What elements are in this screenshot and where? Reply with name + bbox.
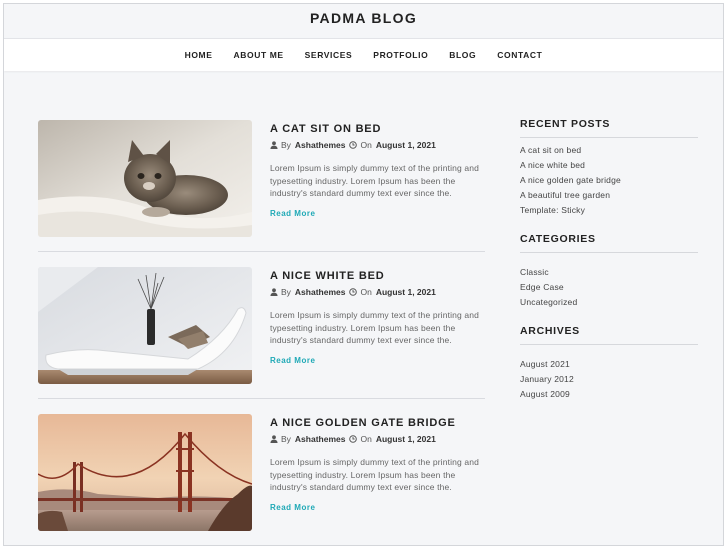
post-thumbnail-golden-gate[interactable]: [38, 414, 252, 531]
post-date: August 1, 2021: [375, 434, 436, 444]
nav-home[interactable]: HOME: [185, 50, 213, 60]
recent-post-link[interactable]: A beautiful tree garden: [520, 188, 698, 203]
user-icon: [270, 435, 278, 443]
nav-about-me[interactable]: ABOUT ME: [234, 50, 284, 60]
post-divider: [38, 251, 485, 252]
nav-services[interactable]: SERVICES: [305, 50, 353, 60]
recent-posts-widget: RECENT POSTS A cat sit on bed A nice whi…: [520, 118, 698, 218]
user-icon: [270, 288, 278, 296]
nav-blog[interactable]: BLOG: [449, 50, 476, 60]
recent-post-link[interactable]: A nice white bed: [520, 158, 698, 173]
site-title[interactable]: PADMA BLOG: [4, 10, 723, 26]
recent-posts-list: A cat sit on bed A nice white bed A nice…: [520, 143, 698, 218]
archives-widget: ARCHIVES August 2021 January 2012 August…: [520, 325, 698, 402]
post-title[interactable]: A CAT SIT ON BED: [270, 123, 485, 135]
categories-widget: CATEGORIES Classic Edge Case Uncategoriz…: [520, 233, 698, 310]
post-author[interactable]: Ashathemes: [295, 434, 346, 444]
recent-post-link[interactable]: Template: Sticky: [520, 203, 698, 218]
by-label: By: [281, 140, 291, 150]
post-content: A NICE GOLDEN GATE BRIDGE By Ashathemes …: [270, 414, 485, 512]
archive-link[interactable]: August 2009: [520, 387, 698, 402]
archives-list: August 2021 January 2012 August 2009: [520, 357, 698, 402]
categories-list: Classic Edge Case Uncategorized: [520, 265, 698, 310]
nav-contact[interactable]: CONTACT: [497, 50, 542, 60]
by-label: By: [281, 434, 291, 444]
white-lounge-chair-photo: [38, 267, 252, 384]
clock-icon: [349, 435, 358, 443]
post-thumbnail-white-bed[interactable]: [38, 267, 252, 384]
read-more-link[interactable]: Read More: [270, 209, 485, 218]
post-content: A CAT SIT ON BED By Ashathemes On August…: [270, 120, 485, 218]
by-label: By: [281, 287, 291, 297]
post-excerpt: Lorem Ipsum is simply dummy text of the …: [270, 457, 480, 493]
recent-post-link[interactable]: A nice golden gate bridge: [520, 173, 698, 188]
read-more-link[interactable]: Read More: [270, 503, 485, 512]
post-content: A NICE WHITE BED By Ashathemes On August…: [270, 267, 485, 365]
post-author[interactable]: Ashathemes: [295, 287, 346, 297]
post-meta: By Ashathemes On August 1, 2021: [270, 140, 485, 150]
post-thumbnail-kitten[interactable]: [38, 120, 252, 237]
post-author[interactable]: Ashathemes: [295, 140, 346, 150]
golden-gate-bridge-photo: [38, 414, 252, 531]
post-divider: [38, 398, 485, 399]
widget-title: CATEGORIES: [520, 233, 698, 253]
user-icon: [270, 141, 278, 149]
recent-post-link[interactable]: A cat sit on bed: [520, 143, 698, 158]
on-label: On: [360, 434, 372, 444]
clock-icon: [349, 288, 358, 296]
post-excerpt: Lorem Ipsum is simply dummy text of the …: [270, 310, 480, 346]
post-meta: By Ashathemes On August 1, 2021: [270, 287, 485, 297]
widget-title: ARCHIVES: [520, 325, 698, 345]
nav-portfolio[interactable]: PROTFOLIO: [373, 50, 428, 60]
on-label: On: [360, 287, 372, 297]
read-more-link[interactable]: Read More: [270, 356, 485, 365]
widget-title: RECENT POSTS: [520, 118, 698, 138]
kitten-photo: [38, 120, 252, 237]
post-date: August 1, 2021: [375, 140, 436, 150]
browser-viewport: PADMA BLOG HOME ABOUT ME SERVICES PROTFO…: [3, 3, 724, 546]
post-excerpt: Lorem Ipsum is simply dummy text of the …: [270, 163, 480, 199]
on-label: On: [360, 140, 372, 150]
archive-link[interactable]: January 2012: [520, 372, 698, 387]
clock-icon: [349, 141, 358, 149]
sidebar: RECENT POSTS A cat sit on bed A nice whi…: [520, 118, 698, 417]
category-link[interactable]: Edge Case: [520, 280, 698, 295]
post-meta: By Ashathemes On August 1, 2021: [270, 434, 485, 444]
main-navigation: HOME ABOUT ME SERVICES PROTFOLIO BLOG CO…: [4, 38, 723, 71]
post-title[interactable]: A NICE GOLDEN GATE BRIDGE: [270, 417, 485, 429]
category-link[interactable]: Uncategorized: [520, 295, 698, 310]
category-link[interactable]: Classic: [520, 265, 698, 280]
archive-link[interactable]: August 2021: [520, 357, 698, 372]
post-date: August 1, 2021: [375, 287, 436, 297]
post-title[interactable]: A NICE WHITE BED: [270, 270, 485, 282]
